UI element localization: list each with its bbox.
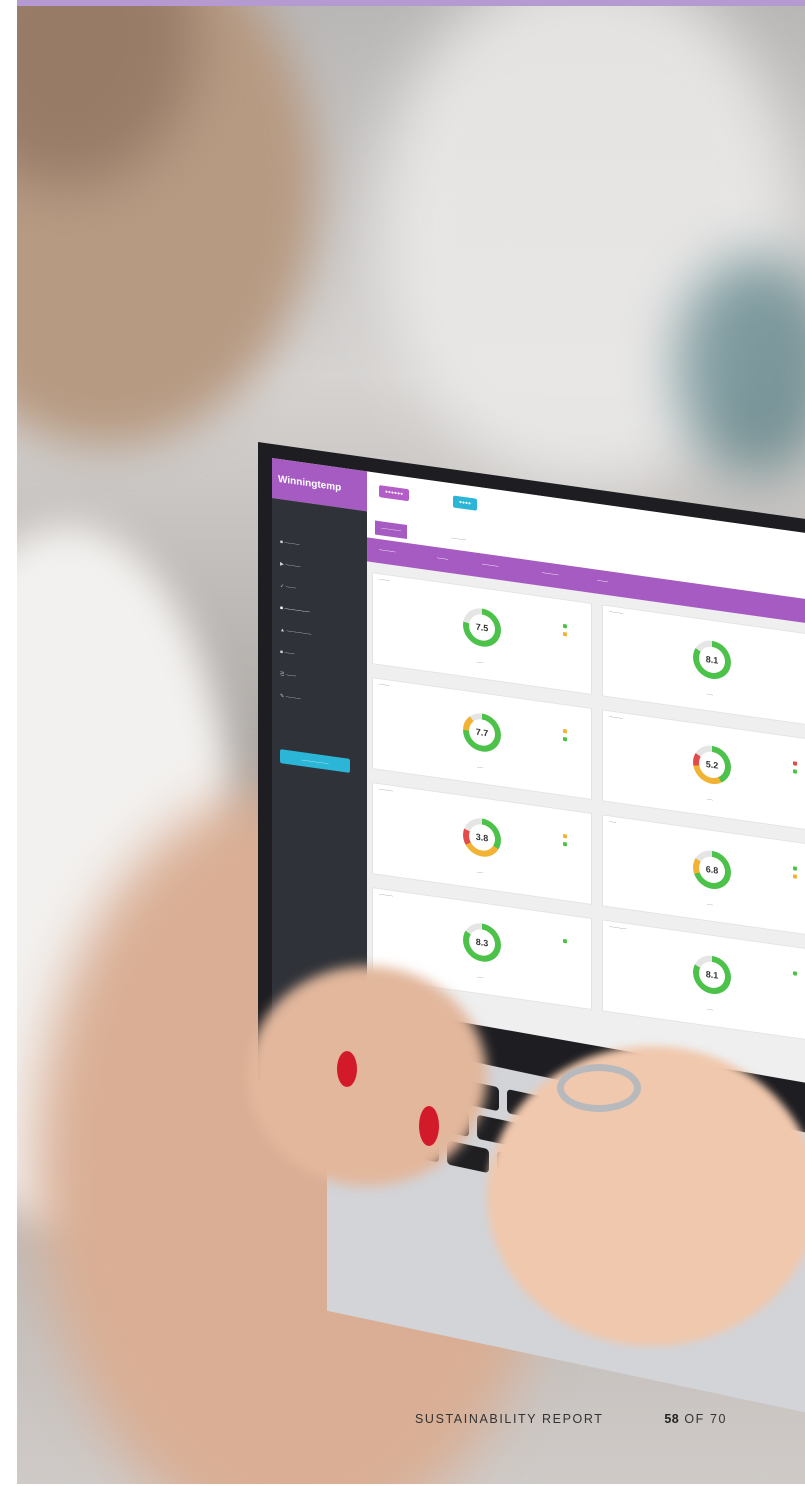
score-gauge: 8.3 xyxy=(463,920,501,965)
legend-dot xyxy=(793,761,797,766)
gauge-value: 5.2 xyxy=(699,750,725,780)
score-gauge: 7.7 xyxy=(463,710,501,755)
gauge-caption: —— xyxy=(477,869,483,875)
gauge-caption: —— xyxy=(707,902,713,907)
card-title: ——— xyxy=(379,577,390,583)
card-title: ———— xyxy=(379,787,393,794)
score-gauge: 8.1 xyxy=(693,953,731,997)
gauge-card: ———— 5.2 —— xyxy=(602,709,805,833)
subnav-item-3: ——— xyxy=(482,561,499,570)
card-title: —— xyxy=(609,819,616,825)
sidebar-item-3: ✓ —— xyxy=(280,583,296,592)
report-title: SUSTAINABILITY REPORT xyxy=(415,1412,604,1426)
legend-dot xyxy=(563,841,567,847)
gauge-value: 3.8 xyxy=(469,822,495,853)
subnav-item-4: ——— xyxy=(542,569,559,579)
sidebar-item-4: ■ ————— xyxy=(280,605,310,616)
legend-dot xyxy=(563,736,567,742)
score-gauge: 6.8 xyxy=(693,848,731,892)
sidebar-item-2: ▶ ——— xyxy=(280,561,301,570)
gauge-card: ——— 7.5 —— xyxy=(372,572,592,695)
score-gauge: 5.2 xyxy=(693,743,731,787)
card-title: ——— xyxy=(379,682,390,688)
gauge-card: ————— 8.1 —— xyxy=(602,919,805,1043)
fingernail-red-2 xyxy=(419,1106,439,1146)
app-tab: ——— xyxy=(451,535,466,544)
gauge-value: 7.5 xyxy=(469,612,495,643)
legend-dot xyxy=(563,631,567,637)
page-number: 58 xyxy=(664,1412,680,1426)
gauge-caption: —— xyxy=(707,797,713,802)
hand-right xyxy=(487,1046,805,1346)
gauge-caption: —— xyxy=(477,974,483,980)
subnav-item-1: ——— xyxy=(379,547,396,556)
gauge-value: 7.7 xyxy=(469,717,495,748)
gauge-value: 6.8 xyxy=(699,855,725,885)
ring xyxy=(557,1064,641,1112)
legend-dot xyxy=(563,938,567,944)
score-gauge: 7.5 xyxy=(463,605,501,650)
legend-dot xyxy=(563,623,567,629)
card-title: ————— xyxy=(609,924,627,931)
gauge-card: ———— 8.1 —— xyxy=(602,604,805,728)
subnav-item-2: —— xyxy=(437,555,448,563)
sidebar-button: —————— xyxy=(280,749,350,773)
legend-dot xyxy=(563,728,567,734)
gauge-card: ——— 7.7 —— xyxy=(372,677,592,800)
legend-dot xyxy=(793,769,797,774)
left-page-margin xyxy=(0,0,17,1486)
gauge-caption: —— xyxy=(707,692,713,697)
gauge-card: —— 6.8 —— xyxy=(602,814,805,938)
score-gauge: 3.8 xyxy=(463,815,501,860)
gauge-value: 8.3 xyxy=(469,927,495,958)
score-gauge: 8.1 xyxy=(693,638,731,682)
sidebar-item-5: ▲ ————— xyxy=(280,627,312,638)
app-tab-active: ———— xyxy=(375,520,407,539)
sidebar-item-7: ☰ —— xyxy=(280,671,296,680)
card-title: ———— xyxy=(379,892,393,899)
laptop-photo: Winningtemp ●●●●●● ●●●● ■ ——— ▶ ——— ✓ ——… xyxy=(17,6,805,1484)
sidebar-item-8: ✎ ——— xyxy=(280,693,301,703)
legend-dot xyxy=(563,833,567,839)
gauge-value: 8.1 xyxy=(699,960,725,990)
gauge-value: 8.1 xyxy=(699,645,725,675)
page-total: OF 70 xyxy=(684,1412,728,1426)
gauge-caption: —— xyxy=(477,764,483,770)
page: Winningtemp ●●●●●● ●●●● ■ ——— ▶ ——— ✓ ——… xyxy=(0,0,805,1486)
page-footer: SUSTAINABILITY REPORT 58 OF 70 xyxy=(415,1412,727,1426)
card-title: ———— xyxy=(609,609,623,616)
fingernail-red xyxy=(337,1051,357,1087)
app-button-pink: ●●●●●● xyxy=(379,485,410,502)
legend-dot xyxy=(793,866,797,871)
app-button-blue: ●●●● xyxy=(453,495,478,511)
sidebar-item-6: ■ —— xyxy=(280,649,295,658)
subnav-item-5: —— xyxy=(597,577,608,586)
card-title: ———— xyxy=(609,714,623,721)
gauge-caption: —— xyxy=(477,659,483,665)
gauge-caption: —— xyxy=(707,1007,713,1012)
sidebar-item-1: ■ ——— xyxy=(280,539,300,548)
legend-dot xyxy=(793,874,797,879)
gauge-card: ———— 3.8 —— xyxy=(372,782,592,905)
legend-dot xyxy=(793,971,797,976)
hand-left xyxy=(247,966,487,1186)
